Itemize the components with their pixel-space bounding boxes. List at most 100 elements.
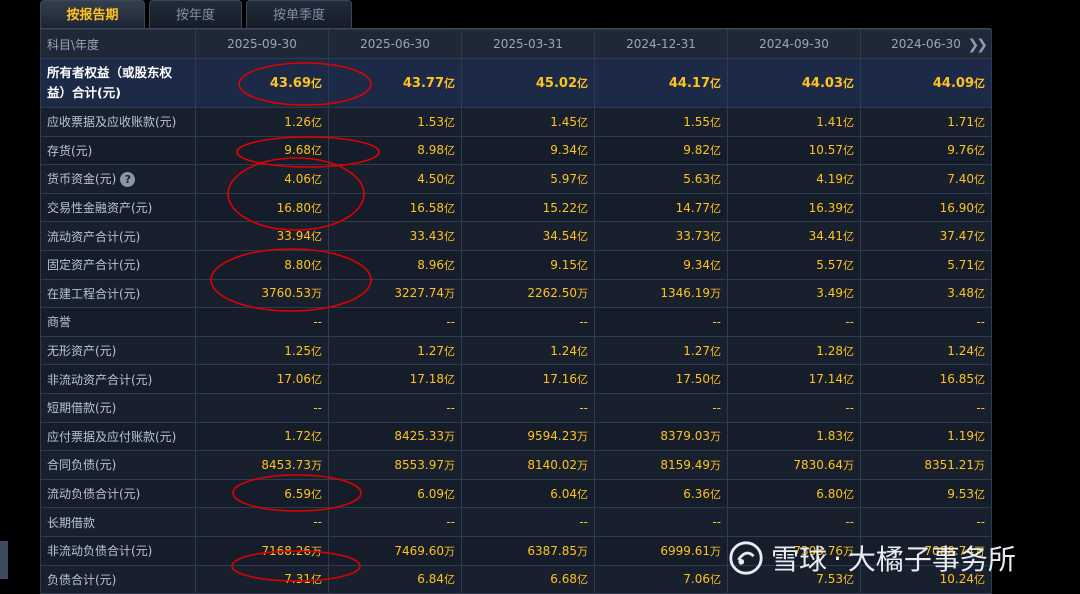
value-number: 8159.49 [660,457,710,472]
column-header: 2024-06-30 ❯❯ [860,29,992,59]
cell-value: 8159.49万 [594,450,728,480]
value-unit: 万 [444,458,455,472]
column-header: 2024-12-31 [594,29,728,59]
value-unit: 亿 [710,144,721,158]
value-number: 8379.03 [660,429,710,444]
value-unit: 亿 [311,115,322,129]
row-label-text: 货币资金(元) [47,172,117,187]
value-number: 6999.61 [660,543,710,558]
value-number: 16.85 [939,372,974,387]
cell-value: 7.40亿 [860,164,992,194]
cell-value: 8.96亿 [328,249,462,280]
row-label-text: 所有者权益（或股东权益）合计(元) [47,65,173,100]
value-number: -- [845,400,854,415]
cell-value: 10.57亿 [727,135,861,166]
table-row: 货币资金(元)? 4.06亿 4.50亿 5.97亿 5.63亿 4.19亿 7.40亿 [40,164,992,194]
value-number: 1.71 [947,114,974,129]
cell-value: 7.06亿 [594,564,728,594]
value-number: 3.49 [816,286,843,301]
value-unit: 亿 [577,487,588,501]
cell-value: 37.47亿 [860,221,992,251]
value-number: -- [712,400,721,415]
value-unit: 亿 [843,258,854,272]
value-unit: 亿 [974,115,985,129]
watermark-author: 大橘子事务所 [847,543,1016,576]
value-number: 9594.23 [527,429,577,444]
value-number: 8453.73 [261,457,311,472]
value-number: 34.54 [542,229,577,244]
cell-value: -- [860,392,992,423]
value-number: 9.68 [284,143,311,158]
value-number: 17.16 [542,372,577,387]
cell-value: 17.18亿 [328,364,462,394]
row-label: 应收票据及应收账款(元) [40,107,196,137]
row-label-text: 非流动负债合计(元) [47,544,153,559]
cell-value: -- [461,507,595,537]
value-unit: 亿 [974,430,985,444]
value-number: 9.76 [947,143,974,158]
value-number: 3.48 [947,286,974,301]
table-row: 非流动资产合计(元) 17.06亿 17.18亿 17.16亿 17.50亿 17.14亿… [40,364,992,394]
value-unit: 亿 [311,573,322,587]
cell-value: 1.53亿 [328,107,462,137]
value-unit: 亿 [710,230,721,244]
value-number: 5.57 [816,257,843,272]
cell-value: 1.25亿 [195,335,329,366]
value-number: 7168.26 [261,543,311,558]
value-unit: 亿 [577,258,588,272]
value-number: 44.09 [932,76,974,91]
value-unit: 亿 [311,430,322,444]
row-label: 固定资产合计(元) [40,249,196,280]
row-label: 合同负债(元) [40,450,196,480]
value-number: 45.02 [535,76,577,91]
row-label-text: 固定资产合计(元) [47,258,141,273]
value-unit: 亿 [577,573,588,587]
tab-by-year[interactable]: 按年度 [149,0,242,28]
row-label: 所有者权益（或股东权益）合计(元) [40,58,196,108]
value-number: 10.57 [808,143,843,158]
value-unit: 万 [311,287,322,301]
row-label: 商誉 [40,307,196,337]
cell-value: 16.90亿 [860,192,992,223]
value-unit: 亿 [444,487,455,501]
value-unit: 亿 [311,344,322,358]
row-label: 交易性金融资产(元) [40,192,196,223]
value-number: 44.03 [801,76,843,91]
value-number: 43.77 [402,76,444,91]
cell-value: 9.34亿 [594,249,728,280]
value-number: -- [579,314,588,329]
value-number: 9.34 [683,257,710,272]
value-unit: 亿 [710,201,721,215]
value-unit: 万 [710,458,721,472]
help-icon[interactable]: ? [120,172,136,188]
value-number: 44.17 [668,76,710,91]
value-number: 6.09 [417,486,444,501]
row-label-text: 负债合计(元) [47,572,117,587]
value-unit: 亿 [710,487,721,501]
value-number: 6387.85 [527,543,577,558]
row-label: 存货(元) [40,135,196,166]
value-unit: 亿 [843,344,854,358]
column-header: 2025-06-30 [328,29,462,59]
value-number: -- [845,515,854,530]
double-chevron-right-icon[interactable]: ❯❯ [968,37,989,53]
row-label-text: 应收票据及应收账款(元) [47,115,177,130]
cell-value: 4.06亿 [195,164,329,194]
value-unit: 亿 [974,230,985,244]
value-number: 8.98 [417,143,444,158]
cell-value: -- [860,507,992,537]
value-number: 16.39 [808,200,843,215]
tab-by-quarter[interactable]: 按单季度 [246,0,352,28]
cell-value: -- [860,307,992,337]
cell-value: 1.41亿 [727,107,861,137]
header-subject-year: 科目\年度 [40,29,196,59]
value-unit: 亿 [311,230,322,244]
value-unit: 亿 [444,172,455,186]
value-number: 1.45 [550,114,577,129]
value-number: 1.19 [947,429,974,444]
cell-value: 6.36亿 [594,478,728,509]
value-unit: 亿 [577,344,588,358]
cell-value: -- [461,307,595,337]
tab-by-report-period[interactable]: 按报告期 [40,0,145,28]
value-unit: 亿 [974,487,985,501]
